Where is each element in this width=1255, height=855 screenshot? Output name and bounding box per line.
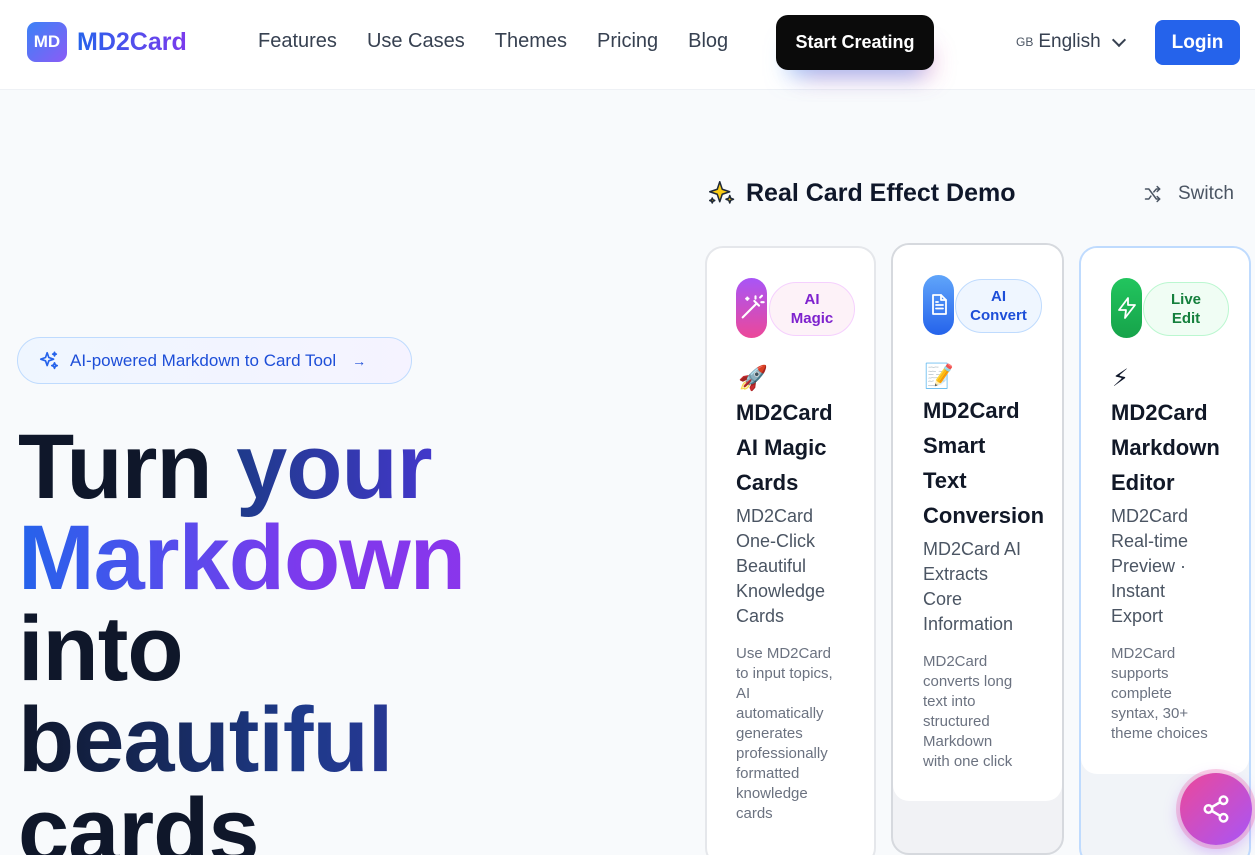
nav-themes[interactable]: Themes (495, 30, 567, 53)
demo-card-ai-magic[interactable]: AI Magic 🚀 MD2Card AI Magic Cards MD2Card… (705, 246, 876, 855)
card-subtitle: MD2Card One-Click Beautiful Knowledge Ca… (736, 506, 826, 626)
brand-name: MD2Card (77, 27, 187, 56)
demo-title: Real Card Effect Demo (706, 178, 1016, 208)
language-selector[interactable]: GB English (1016, 31, 1126, 53)
ai-tool-pill[interactable]: AI-powered Markdown to Card Tool → (17, 337, 412, 384)
switch-label: Switch (1178, 183, 1234, 204)
demo-card-live-edit[interactable]: Live Edit ⚡ MD2Card Markdown Editor MD2Ca… (1079, 246, 1251, 855)
live-edit-badge: Live Edit (1143, 282, 1229, 336)
card-title: MD2Card AI Magic Cards (736, 400, 833, 495)
rocket-icon: 🚀 (738, 365, 768, 392)
card-title: MD2Card Smart Text Conversion (923, 398, 1045, 528)
pill-text: AI-powered Markdown to Card Tool (70, 350, 337, 370)
wand-icon (736, 278, 767, 338)
flag-icon: GB (1016, 35, 1034, 49)
ai-convert-badge: AI Convert (955, 279, 1042, 333)
headline-line-2: Markdown (18, 512, 578, 604)
brand-logo[interactable]: MD MD2Card (27, 22, 187, 62)
logo-badge: MD (27, 22, 67, 62)
headline-line-5: cards (18, 780, 260, 855)
document-icon (923, 275, 954, 335)
nav-blog[interactable]: Blog (688, 30, 728, 53)
headline-line-4: beautiful (18, 694, 578, 786)
share-icon (1203, 795, 1229, 823)
lightning-icon (1111, 278, 1142, 338)
memo-icon: 📝 (924, 363, 954, 390)
demo-title-text: Real Card Effect Demo (746, 178, 1016, 207)
nav-features[interactable]: Features (258, 30, 337, 53)
nav-pricing[interactable]: Pricing (597, 30, 658, 53)
card-description: MD2Card converts long text into structur… (923, 653, 1013, 770)
switch-button[interactable]: Switch (1142, 183, 1234, 205)
arrow-right-icon: → (352, 352, 367, 369)
chevron-down-icon (1111, 32, 1126, 47)
share-button[interactable] (1180, 773, 1252, 845)
card-subtitle: MD2Card AI Extracts Core Information (923, 539, 1022, 634)
demo-card-ai-convert[interactable]: AI Convert 📝 MD2Card Smart Text Conversio… (891, 243, 1064, 855)
card-description: MD2Card supports complete syntax, 30+ th… (1111, 645, 1208, 742)
login-button[interactable]: Login (1155, 20, 1240, 65)
card-title: MD2Card Markdown Editor (1111, 400, 1220, 495)
hero-headline: Turn your Markdown into beautiful cards (18, 416, 578, 855)
zap-icon: ⚡ (1112, 365, 1129, 392)
top-header: MD MD2Card Features Use Cases Themes Pri… (0, 0, 1255, 90)
card-description: Use MD2Card to input topics, AI automati… (736, 645, 833, 822)
sparkles-icon (709, 181, 735, 204)
headline-line-1: Turn your (18, 416, 433, 518)
start-creating-button[interactable]: Start Creating (776, 15, 934, 70)
ai-magic-badge: AI Magic (769, 282, 855, 336)
nav-use-cases[interactable]: Use Cases (367, 30, 465, 53)
language-label: English (1038, 31, 1101, 52)
card-subtitle: MD2Card Real-time Preview · Instant Expo… (1111, 506, 1189, 626)
main-nav: Features Use Cases Themes Pricing Blog (258, 30, 728, 53)
sparkles-icon (39, 350, 59, 369)
headline-line-3: into (18, 598, 184, 700)
shuffle-icon (1144, 185, 1161, 203)
